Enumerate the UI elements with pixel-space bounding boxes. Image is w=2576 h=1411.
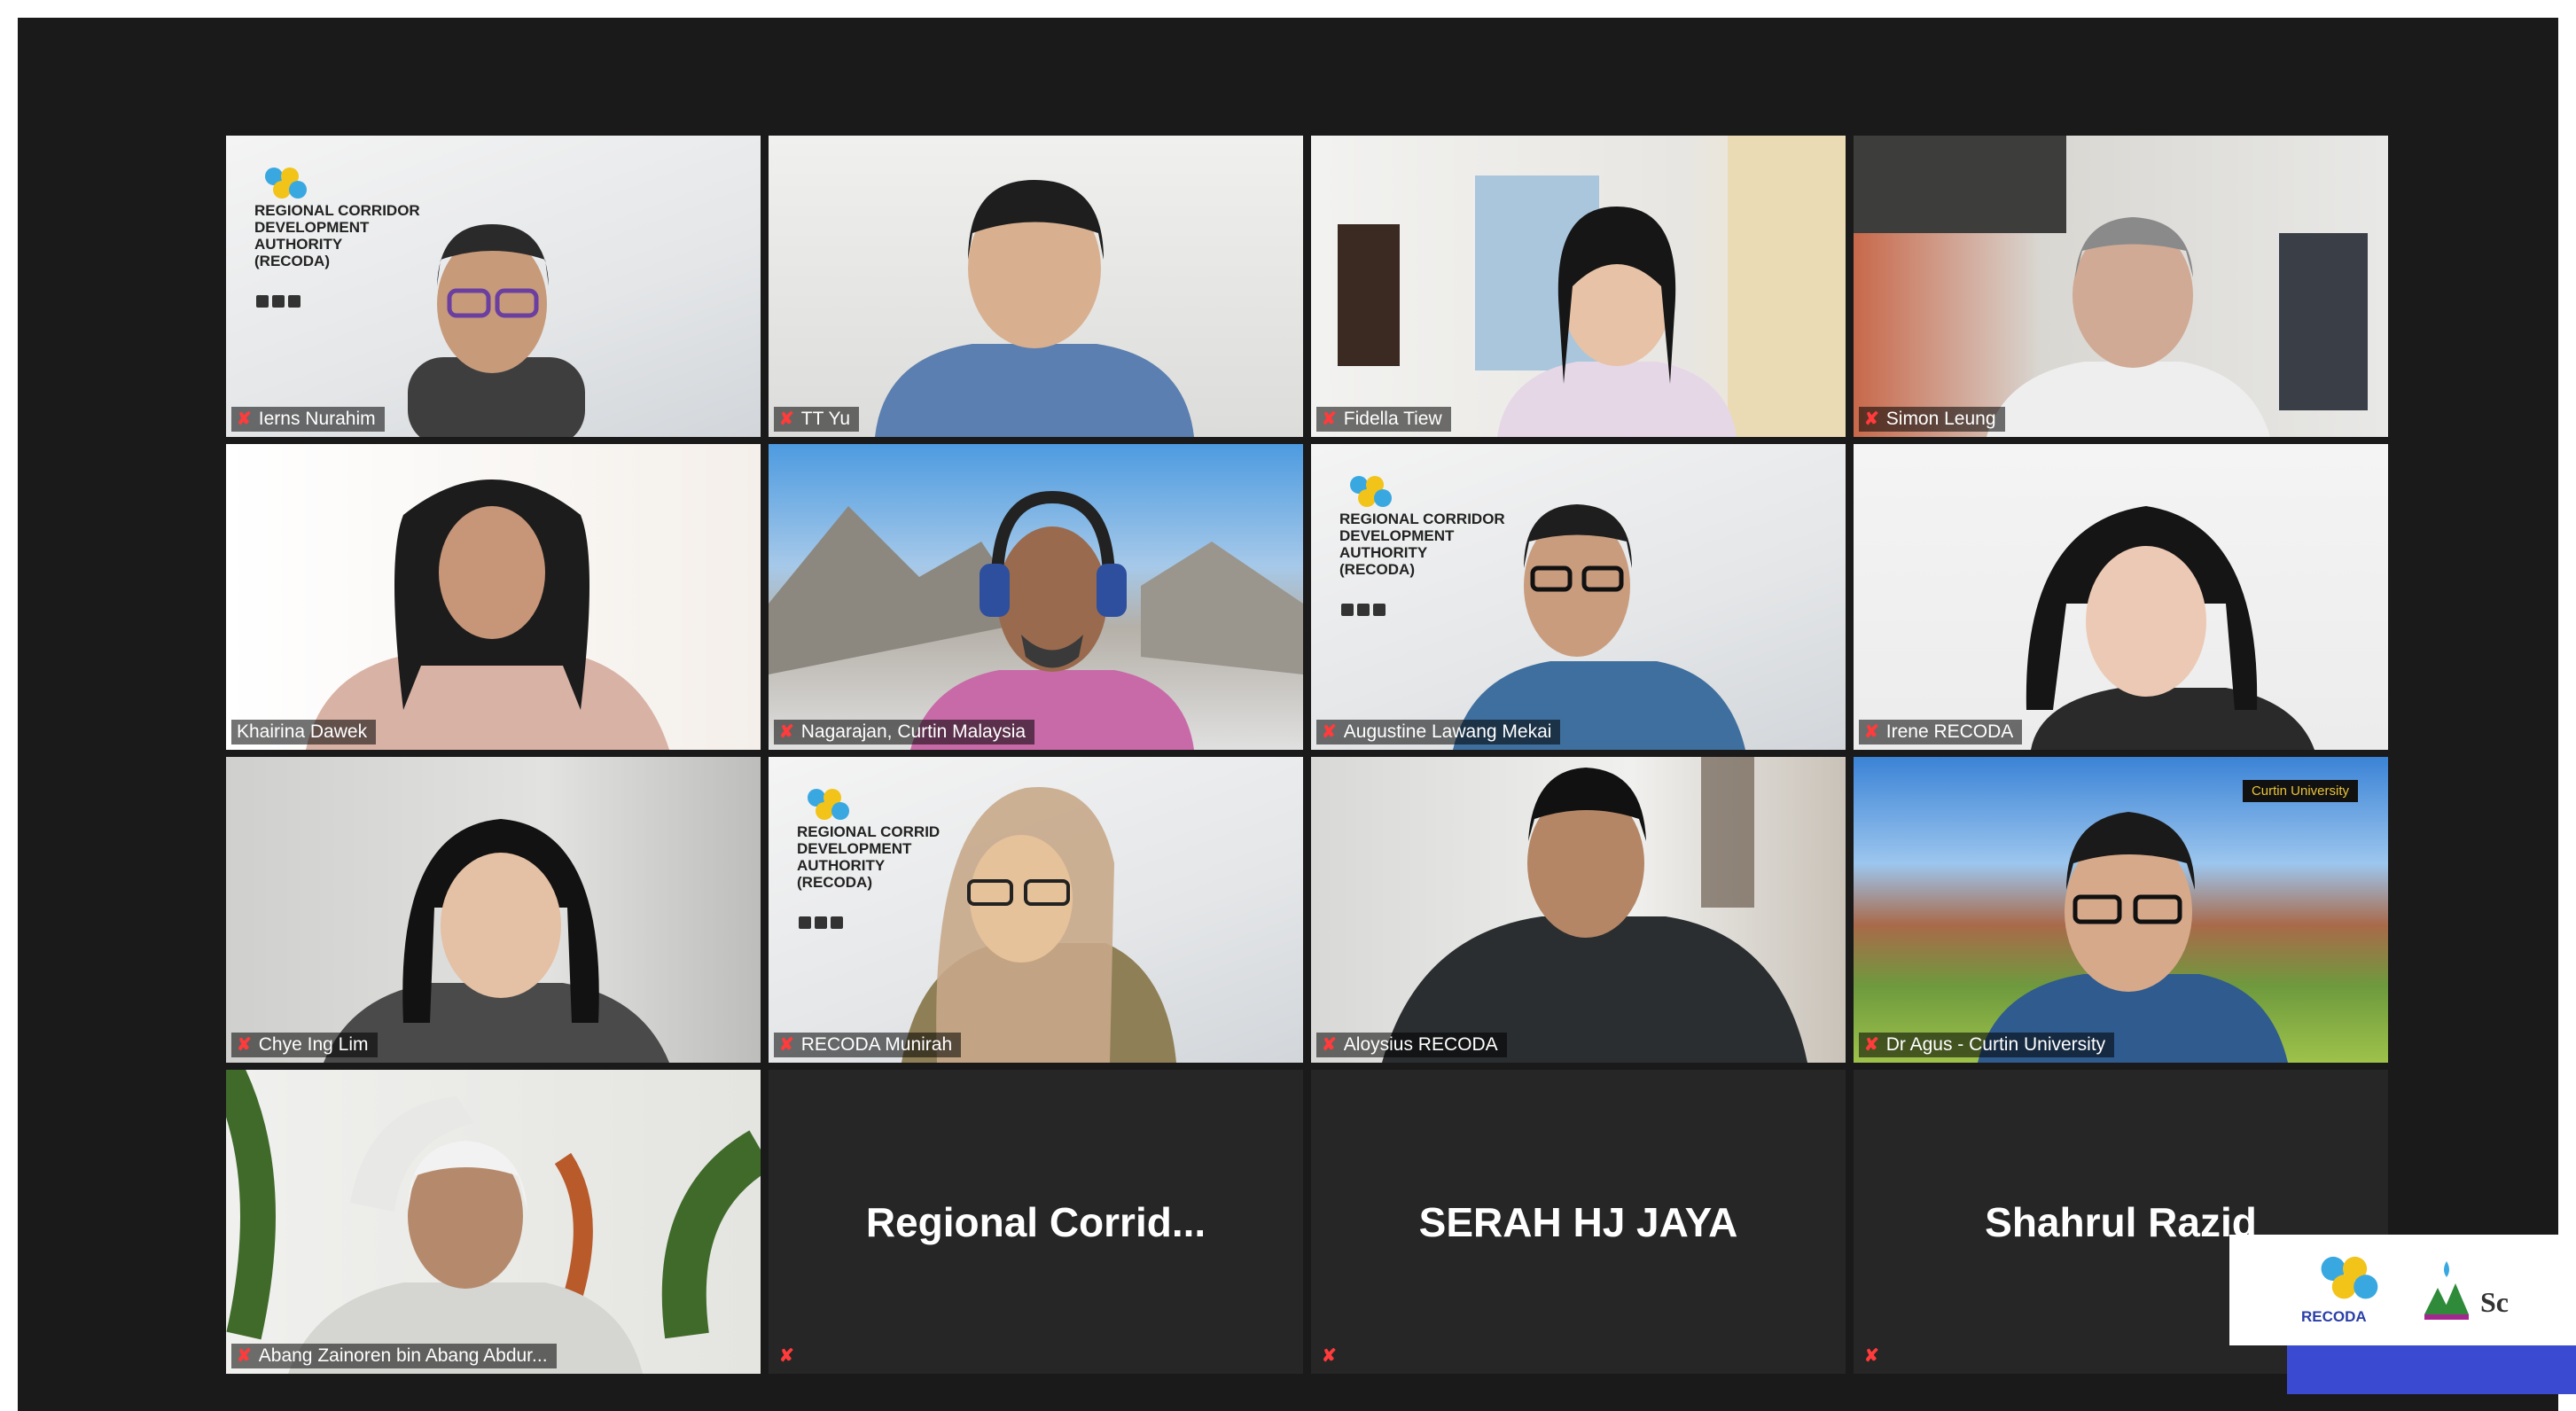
name-label: ✘ TT Yu bbox=[774, 407, 860, 432]
participant-tile-video-off[interactable]: Regional Corrid... ✘ bbox=[769, 1070, 1303, 1374]
name-label: ✘ Abang Zainoren bin Abang Abdur... bbox=[231, 1344, 557, 1368]
recoda-logo-icon bbox=[2321, 1256, 2378, 1299]
participant-video bbox=[1453, 504, 1745, 750]
muted-mic-icon: ✘ bbox=[779, 722, 794, 742]
participant-tile-active-speaker[interactable]: Khairina Dawek bbox=[226, 444, 761, 750]
name-label: ✘ Augustine Lawang Mekai bbox=[1316, 720, 1561, 744]
participant-name: Ierns Nurahim bbox=[258, 409, 376, 429]
name-label: ✘ Ierns Nurahim bbox=[231, 407, 385, 432]
participant-name: Irene RECODA bbox=[1885, 721, 2014, 742]
participant-tile[interactable]: ✘ Aloysius RECODA bbox=[1311, 757, 1846, 1063]
name-label: ✘ Irene RECODA bbox=[1859, 720, 2023, 744]
muted-mic-icon: ✘ bbox=[237, 1035, 252, 1055]
participant-name: Fidella Tiew bbox=[1343, 409, 1442, 429]
participant-video bbox=[2026, 506, 2314, 750]
brand-stripe bbox=[2287, 1345, 2576, 1394]
muted-mic-icon: ✘ bbox=[1864, 1346, 1879, 1366]
participant-name: Khairina Dawek bbox=[237, 721, 368, 742]
sarawak-scores-logo-icon bbox=[2424, 1261, 2469, 1320]
participant-display-name: SERAH HJ JAYA bbox=[1418, 1198, 1738, 1245]
muted-mic-icon: ✘ bbox=[779, 409, 794, 429]
name-label: ✘ Fidella Tiew bbox=[1316, 407, 1451, 432]
name-label: ✘ Dr Agus - Curtin University bbox=[1859, 1033, 2115, 1057]
participant-video bbox=[1978, 812, 2288, 1063]
participant-tile[interactable]: REGIONAL CORRIDOR DEVELOPMENT AUTHORITY … bbox=[1311, 444, 1846, 750]
participant-name: Nagarajan, Curtin Malaysia bbox=[800, 721, 1026, 742]
participant-tile[interactable]: ✘ Fidella Tiew bbox=[1311, 136, 1846, 437]
participant-tile-video-off[interactable]: SERAH HJ JAYA ✘ bbox=[1311, 1070, 1846, 1374]
participant-tile[interactable]: Curtin University ✘ Dr Agus - Curtin Uni… bbox=[1854, 757, 2388, 1063]
participant-tile[interactable]: ✘ Chye Ing Lim bbox=[226, 757, 761, 1063]
brand-overlay: Sc bbox=[2229, 1235, 2576, 1345]
participant-video bbox=[769, 490, 1303, 750]
name-label: ✘ Nagarajan, Curtin Malaysia bbox=[774, 720, 1035, 744]
muted-mic-icon: ✘ bbox=[1864, 722, 1879, 742]
participant-tile[interactable]: ✘ Irene RECODA bbox=[1854, 444, 2388, 750]
muted-mic-icon: ✘ bbox=[1322, 1035, 1337, 1055]
participant-tile[interactable]: ✘ Simon Leung bbox=[1854, 136, 2388, 437]
muted-mic-icon: ✘ bbox=[237, 1346, 252, 1366]
participant-tile[interactable]: REGIONAL CORRID DEVELOPMENT AUTHORITY (R… bbox=[769, 757, 1303, 1063]
participant-grid: REGIONAL CORRIDOR DEVELOPMENT AUTHORITY … bbox=[226, 136, 2388, 1374]
participant-video bbox=[1382, 757, 1807, 1063]
muted-mic-icon: ✘ bbox=[1864, 1035, 1879, 1055]
participant-video bbox=[1854, 136, 2368, 437]
muted-mic-icon: ✘ bbox=[237, 409, 252, 429]
name-label: ✘ Chye Ing Lim bbox=[231, 1033, 378, 1057]
participant-video bbox=[226, 1070, 761, 1374]
name-label: ✘ Simon Leung bbox=[1859, 407, 2005, 432]
participant-video bbox=[902, 787, 1176, 1063]
muted-mic-icon: ✘ bbox=[779, 1346, 794, 1366]
participant-name: Augustine Lawang Mekai bbox=[1343, 721, 1552, 742]
participant-display-name: Regional Corrid... bbox=[865, 1198, 1206, 1245]
participant-video bbox=[875, 180, 1194, 437]
participant-name: Chye Ing Lim bbox=[258, 1034, 369, 1055]
participant-name: Abang Zainoren bin Abang Abdur... bbox=[258, 1345, 548, 1366]
muted-mic-icon: ✘ bbox=[779, 1035, 794, 1055]
participant-tile[interactable]: ✘ Abang Zainoren bin Abang Abdur... bbox=[226, 1070, 761, 1374]
muted-mic-icon: ✘ bbox=[1322, 722, 1337, 742]
muted-mic-icon: ✘ bbox=[1322, 1346, 1337, 1366]
participant-name: Dr Agus - Curtin University bbox=[1885, 1034, 2106, 1055]
participant-name: Simon Leung bbox=[1885, 409, 1996, 429]
participant-name: TT Yu bbox=[800, 409, 851, 429]
participant-tile[interactable]: REGIONAL CORRIDOR DEVELOPMENT AUTHORITY … bbox=[226, 136, 761, 437]
participant-video bbox=[408, 224, 585, 437]
participant-video bbox=[306, 479, 669, 750]
muted-mic-icon: ✘ bbox=[1864, 409, 1879, 429]
participant-video bbox=[1338, 136, 1846, 437]
participant-name: Aloysius RECODA bbox=[1343, 1034, 1498, 1055]
scores-logo-text: Sc bbox=[2480, 1286, 2509, 1318]
recoda-logo-label: RECODA bbox=[2301, 1308, 2367, 1325]
participant-video bbox=[324, 819, 669, 1063]
name-label: Khairina Dawek bbox=[231, 720, 377, 744]
participant-tile[interactable]: ✘ TT Yu bbox=[769, 136, 1303, 437]
name-label: ✘ Aloysius RECODA bbox=[1316, 1033, 1507, 1057]
name-label: ✘ RECODA Munirah bbox=[774, 1033, 962, 1057]
muted-mic-icon: ✘ bbox=[1322, 409, 1337, 429]
participant-name: RECODA Munirah bbox=[800, 1034, 953, 1055]
zoom-gallery-window: REGIONAL CORRIDOR DEVELOPMENT AUTHORITY … bbox=[18, 18, 2558, 1411]
participant-tile[interactable]: ✘ Nagarajan, Curtin Malaysia bbox=[769, 444, 1303, 750]
